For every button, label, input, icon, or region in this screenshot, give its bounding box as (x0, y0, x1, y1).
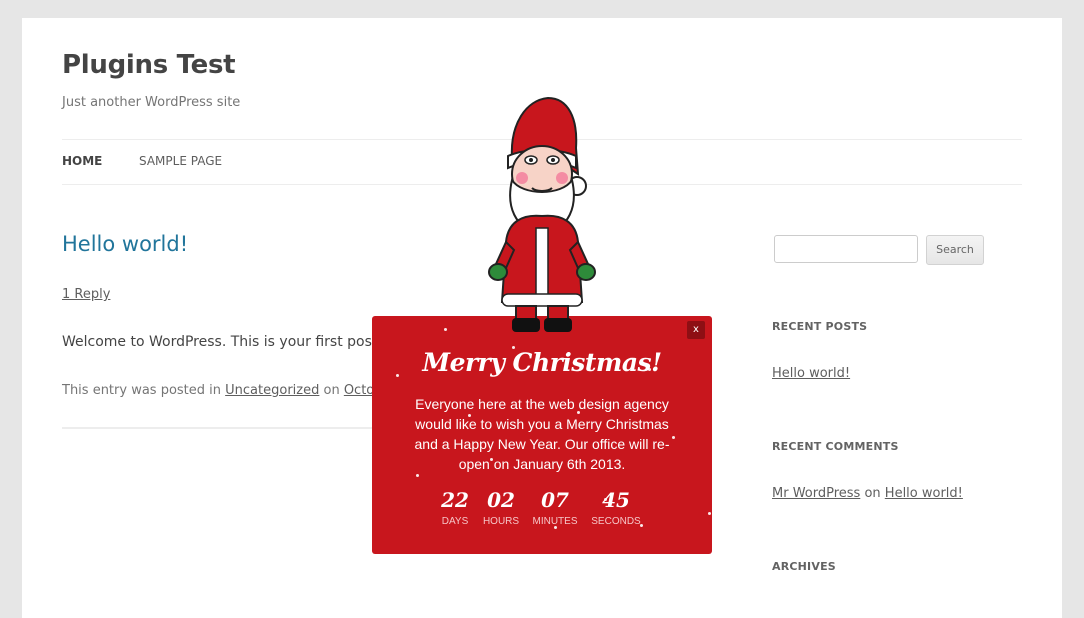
countdown-days-value: 22 (441, 488, 469, 512)
nav-home[interactable]: HOME (62, 154, 102, 168)
popup-message: Everyone here at the web design agency w… (414, 396, 670, 472)
recent-post-link[interactable]: Hello world! (772, 366, 850, 381)
site-description: Just another WordPress site (62, 95, 241, 110)
reply-link[interactable]: 1 Reply (62, 287, 110, 302)
recent-comment-item: Mr WordPress on Hello world! (772, 486, 963, 501)
comment-on-text: on (860, 486, 885, 501)
recent-post-item: Hello world! (772, 366, 850, 381)
entry-meta-on: on (319, 383, 344, 398)
christmas-popup: x Merry Christmas! Everyone here at the … (372, 316, 712, 554)
countdown-seconds: 45 SECONDS (588, 488, 644, 527)
popup-title: Merry Christmas! (422, 348, 662, 377)
search-button[interactable]: Search (926, 235, 984, 265)
countdown-minutes: 07 MINUTES (530, 488, 580, 527)
search-input[interactable] (774, 235, 918, 263)
countdown-hours: 02 HOURS (478, 488, 524, 527)
popup-close-button[interactable]: x (687, 321, 705, 339)
site-title[interactable]: Plugins Test (62, 50, 236, 80)
countdown-seconds-value: 45 (602, 488, 630, 512)
countdown-hours-label: HOURS (482, 516, 520, 527)
recent-posts-title: RECENT POSTS (772, 320, 868, 333)
countdown-minutes-label: MINUTES (532, 516, 578, 527)
countdown-days-label: DAYS (441, 516, 469, 527)
archives-title: ARCHIVES (772, 560, 836, 573)
countdown-seconds-label: SECONDS (591, 516, 641, 527)
category-link[interactable]: Uncategorized (225, 383, 319, 398)
santa-claus-icon (488, 96, 596, 332)
post-title[interactable]: Hello world! (62, 232, 188, 256)
countdown-days: 22 DAYS (434, 488, 476, 527)
nav-sample-page[interactable]: SAMPLE PAGE (139, 154, 222, 168)
entry-meta-prefix: This entry was posted in (62, 383, 226, 398)
post-content: Welcome to WordPress. This is your first… (62, 334, 396, 350)
recent-comments-title: RECENT COMMENTS (772, 440, 899, 453)
countdown-minutes-value: 07 (541, 488, 569, 512)
countdown-hours-value: 02 (487, 488, 515, 512)
comment-author-link[interactable]: Mr WordPress (772, 486, 860, 501)
comment-post-link[interactable]: Hello world! (885, 486, 963, 501)
entry-meta: This entry was posted in Uncategorized o… (62, 383, 396, 398)
